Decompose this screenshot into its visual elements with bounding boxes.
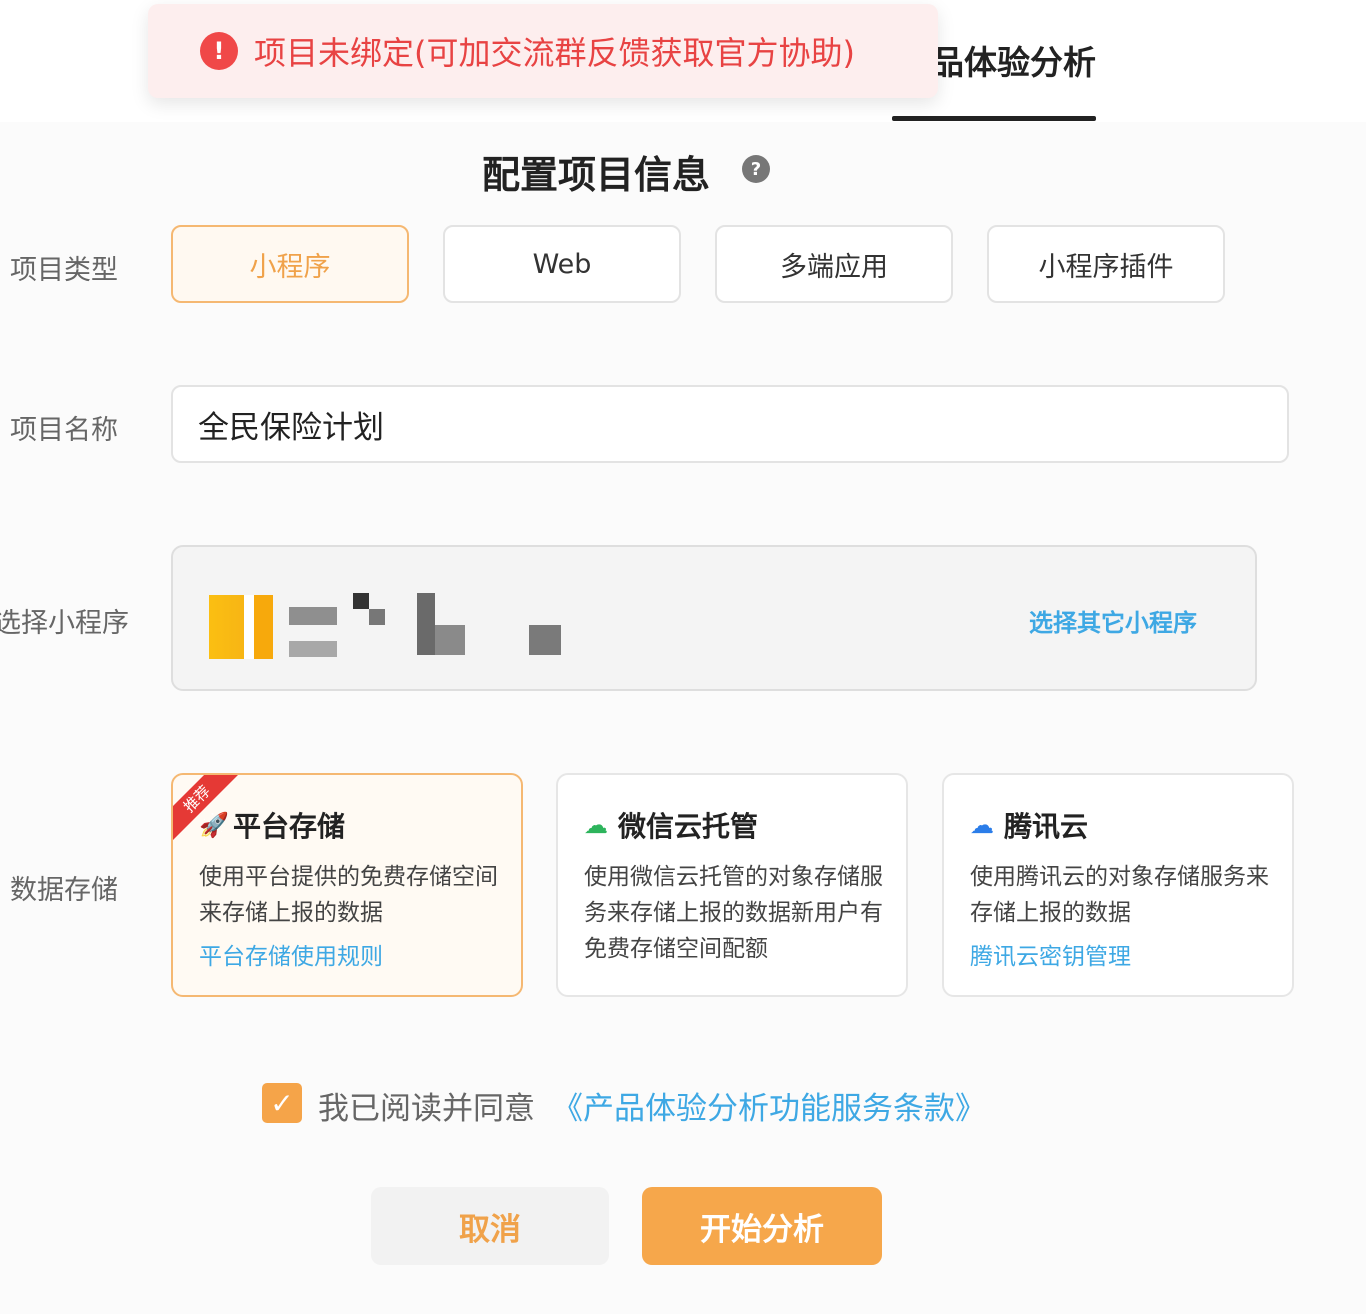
- mini-program-label: 选择小程序: [0, 608, 129, 639]
- type-option-multi-platform[interactable]: 多端应用: [715, 225, 953, 303]
- data-storage-label: 数据存储: [10, 875, 118, 906]
- page-title: 配置项目信息: [482, 153, 711, 197]
- card-title: 平台存储: [233, 810, 346, 843]
- type-option-web[interactable]: Web: [443, 225, 681, 303]
- tencent-key-management-link[interactable]: 腾讯云密钥管理: [970, 937, 1292, 971]
- error-icon: !: [200, 32, 238, 70]
- active-tab-indicator: [892, 116, 1096, 121]
- storage-option-wechat-cloud[interactable]: ☁ 微信云托管 使用微信云托管的对象存储服务来存储上报的数据新用户有免费存储空间…: [556, 773, 908, 997]
- rocket-icon: 🚀: [199, 811, 229, 839]
- card-description: 使用平台提供的免费存储空间来存储上报的数据: [199, 864, 498, 926]
- redacted-app-name-3: [353, 593, 369, 609]
- cancel-button[interactable]: 取消: [371, 1187, 609, 1265]
- card-description: 使用腾讯云的对象存储服务来存储上报的数据: [970, 864, 1269, 926]
- redacted-app-name-6: [435, 625, 465, 655]
- redacted-app-name: [289, 607, 337, 625]
- wechat-cloud-icon: ☁: [584, 811, 608, 839]
- help-icon[interactable]: ?: [742, 155, 770, 183]
- mini-program-selector[interactable]: 选择其它小程序: [171, 545, 1257, 691]
- toast-message: 项目未绑定(可加交流群反馈获取官方协助): [254, 34, 855, 72]
- storage-option-platform[interactable]: 推荐 🚀 平台存储 使用平台提供的免费存储空间来存储上报的数据 平台存储使用规则: [171, 773, 523, 997]
- project-name-label: 项目名称: [10, 415, 118, 446]
- type-option-mini-program[interactable]: 小程序: [171, 225, 409, 303]
- page: 品体验分析 配置项目信息 ? 项目类型 小程序 Web 多端应用 小程序插件 项…: [0, 0, 1366, 1314]
- redacted-app-name-7: [529, 625, 561, 655]
- card-description: 使用微信云托管的对象存储服务来存储上报的数据新用户有免费存储空间配额: [584, 864, 883, 962]
- app-logo-icon: [209, 595, 273, 659]
- redacted-app-name-4: [369, 609, 385, 625]
- redacted-app-name-2: [289, 641, 337, 657]
- terms-link[interactable]: 《产品体验分析功能服务条款》: [552, 1083, 986, 1128]
- error-toast: ! 项目未绑定(可加交流群反馈获取官方协助): [148, 4, 938, 98]
- redacted-app-name-5: [417, 593, 435, 655]
- agreement-text: 我已阅读并同意: [318, 1091, 535, 1127]
- platform-storage-rules-link[interactable]: 平台存储使用规则: [199, 937, 521, 971]
- project-name-input[interactable]: [171, 385, 1289, 463]
- card-title: 微信云托管: [618, 810, 759, 843]
- start-analysis-button[interactable]: 开始分析: [642, 1187, 882, 1265]
- tencent-cloud-icon: ☁: [970, 811, 994, 839]
- type-option-plugin[interactable]: 小程序插件: [987, 225, 1225, 303]
- card-title: 腾讯云: [1004, 810, 1089, 843]
- storage-option-tencent-cloud[interactable]: ☁ 腾讯云 使用腾讯云的对象存储服务来存储上报的数据 腾讯云密钥管理: [942, 773, 1294, 997]
- project-type-label: 项目类型: [10, 255, 118, 286]
- select-other-mini-program-link[interactable]: 选择其它小程序: [1029, 603, 1197, 638]
- agreement-checkbox[interactable]: ✓: [262, 1083, 302, 1123]
